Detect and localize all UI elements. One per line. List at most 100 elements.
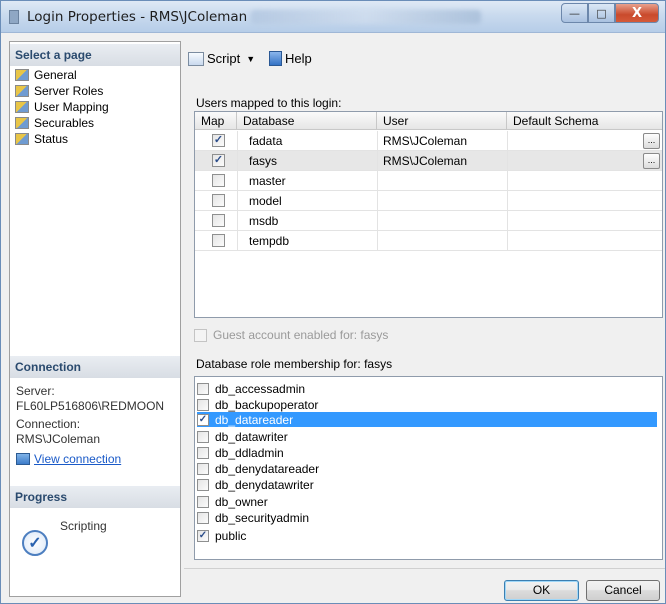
nav-item-status[interactable]: Status bbox=[15, 131, 68, 147]
list-item[interactable]: db_datawriter bbox=[197, 429, 657, 444]
cell-divider bbox=[237, 211, 238, 231]
minimize-button[interactable]: — bbox=[561, 3, 588, 23]
column-header-default-schema[interactable]: Default Schema bbox=[507, 112, 662, 130]
role-checkbox[interactable] bbox=[197, 398, 209, 411]
check-mark: ✓ bbox=[213, 134, 224, 146]
nav-item-general[interactable]: General bbox=[15, 67, 77, 83]
page-icon bbox=[15, 133, 29, 145]
role-checkbox[interactable] bbox=[197, 430, 209, 443]
cell-divider bbox=[377, 211, 378, 231]
cell-divider bbox=[377, 191, 378, 211]
guest-account-checkbox: Guest account enabled for: fasys bbox=[194, 328, 388, 342]
role-checkbox[interactable] bbox=[197, 382, 209, 395]
list-item[interactable]: db_backupoperator bbox=[197, 397, 657, 412]
map-checkbox[interactable]: ✓ bbox=[212, 134, 225, 147]
role-checkbox[interactable]: ✓ bbox=[197, 529, 209, 542]
users-mapped-label: Users mapped to this login: bbox=[196, 96, 342, 110]
nav-item-user-mapping[interactable]: User Mapping bbox=[15, 99, 109, 115]
help-icon bbox=[269, 51, 282, 66]
server-label: Server: bbox=[16, 384, 55, 398]
user-cell[interactable]: RMS\JColeman bbox=[383, 134, 467, 148]
list-item[interactable]: db_denydatawriter bbox=[197, 477, 657, 492]
map-checkbox[interactable] bbox=[212, 174, 225, 187]
table-row[interactable]: msdb bbox=[195, 211, 662, 231]
map-checkbox[interactable] bbox=[212, 194, 225, 207]
script-button[interactable]: Script ▼ bbox=[188, 51, 255, 66]
cell-divider bbox=[507, 131, 508, 151]
table-row[interactable]: tempdb bbox=[195, 231, 662, 251]
nav-item-label: Status bbox=[34, 132, 69, 146]
list-item[interactable]: db_denydatareader bbox=[197, 461, 657, 476]
list-item[interactable]: ✓ db_datareader bbox=[197, 412, 657, 427]
nav-item-label: Securables bbox=[34, 116, 95, 130]
view-connection-label: View connection bbox=[34, 452, 122, 466]
cell-divider bbox=[507, 171, 508, 191]
close-button[interactable]: X bbox=[615, 3, 659, 23]
cell-divider bbox=[237, 231, 238, 251]
map-checkbox[interactable] bbox=[212, 234, 225, 247]
map-checkbox[interactable] bbox=[212, 214, 225, 227]
maximize-button[interactable]: □ bbox=[588, 3, 615, 23]
column-header-user[interactable]: User bbox=[377, 112, 507, 130]
column-header-database[interactable]: Database bbox=[237, 112, 377, 130]
list-item[interactable]: ✓ public bbox=[197, 528, 657, 543]
role-checkbox[interactable] bbox=[197, 511, 209, 524]
column-header-map[interactable]: Map bbox=[195, 112, 237, 130]
role-name: db_denydatareader bbox=[215, 461, 320, 476]
login-properties-window: Login Properties - RMS\JColeman — □ X Se… bbox=[0, 0, 666, 604]
page-icon bbox=[15, 101, 29, 113]
help-label: Help bbox=[285, 51, 312, 66]
database-cell: fasys bbox=[249, 154, 278, 168]
title-bar-blur bbox=[251, 10, 481, 24]
guest-checkbox-box bbox=[194, 328, 207, 342]
connection-properties-icon bbox=[16, 453, 30, 465]
list-item[interactable]: db_owner bbox=[197, 494, 657, 509]
cancel-button[interactable]: Cancel bbox=[586, 580, 660, 601]
nav-item-server-roles[interactable]: Server Roles bbox=[15, 83, 103, 99]
role-checkbox[interactable] bbox=[197, 446, 209, 459]
view-connection-link[interactable]: View connection bbox=[16, 452, 121, 466]
cell-divider bbox=[507, 191, 508, 211]
database-cell: master bbox=[249, 174, 286, 188]
ok-button[interactable]: OK bbox=[504, 580, 579, 601]
cell-divider bbox=[507, 151, 508, 171]
table-row[interactable]: master bbox=[195, 171, 662, 191]
table-row[interactable]: ✓ fadata RMS\JColeman ... bbox=[195, 131, 662, 151]
role-checkbox[interactable] bbox=[197, 495, 209, 508]
page-icon bbox=[15, 85, 29, 97]
list-item[interactable]: db_accessadmin bbox=[197, 381, 657, 396]
window-icon bbox=[9, 10, 19, 24]
user-cell[interactable]: RMS\JColeman bbox=[383, 154, 467, 168]
default-schema-browse-button[interactable]: ... bbox=[643, 153, 660, 169]
role-checkbox[interactable] bbox=[197, 478, 209, 491]
help-button[interactable]: Help bbox=[269, 51, 312, 66]
cell-divider bbox=[377, 151, 378, 171]
users-mapped-grid[interactable]: Map Database User Default Schema ✓ fadat… bbox=[194, 111, 663, 318]
role-name: db_datawriter bbox=[215, 429, 288, 444]
list-item[interactable]: db_securityadmin bbox=[197, 510, 657, 525]
title-bar[interactable]: Login Properties - RMS\JColeman — □ X bbox=[1, 1, 665, 33]
nav-item-securables[interactable]: Securables bbox=[15, 115, 94, 131]
default-schema-browse-button[interactable]: ... bbox=[643, 133, 660, 149]
map-checkbox[interactable]: ✓ bbox=[212, 154, 225, 167]
nav-item-label: Server Roles bbox=[34, 84, 104, 98]
left-panel: Select a page General Server Roles User … bbox=[9, 41, 181, 597]
dropdown-arrow-icon[interactable]: ▼ bbox=[246, 54, 255, 64]
role-checkbox[interactable] bbox=[197, 462, 209, 475]
database-cell: fadata bbox=[249, 134, 283, 148]
cell-divider bbox=[237, 171, 238, 191]
table-row[interactable]: model bbox=[195, 191, 662, 211]
connection-value: RMS\JColeman bbox=[16, 432, 101, 446]
role-membership-list[interactable]: db_accessadmin db_backupoperator ✓ db_da… bbox=[194, 376, 663, 560]
server-value: FL60LP516806\REDMOON bbox=[16, 399, 165, 413]
check-mark: ✓ bbox=[213, 154, 224, 166]
page-icon bbox=[15, 69, 29, 81]
list-item[interactable]: db_ddladmin bbox=[197, 445, 657, 460]
database-cell: tempdb bbox=[249, 234, 290, 248]
cell-divider bbox=[377, 131, 378, 151]
check-mark: ✓ bbox=[198, 413, 208, 425]
nav-item-label: General bbox=[34, 68, 77, 82]
cell-divider bbox=[237, 151, 238, 171]
table-row[interactable]: ✓ fasys RMS\JColeman ... bbox=[195, 151, 662, 171]
role-checkbox[interactable]: ✓ bbox=[197, 413, 209, 426]
